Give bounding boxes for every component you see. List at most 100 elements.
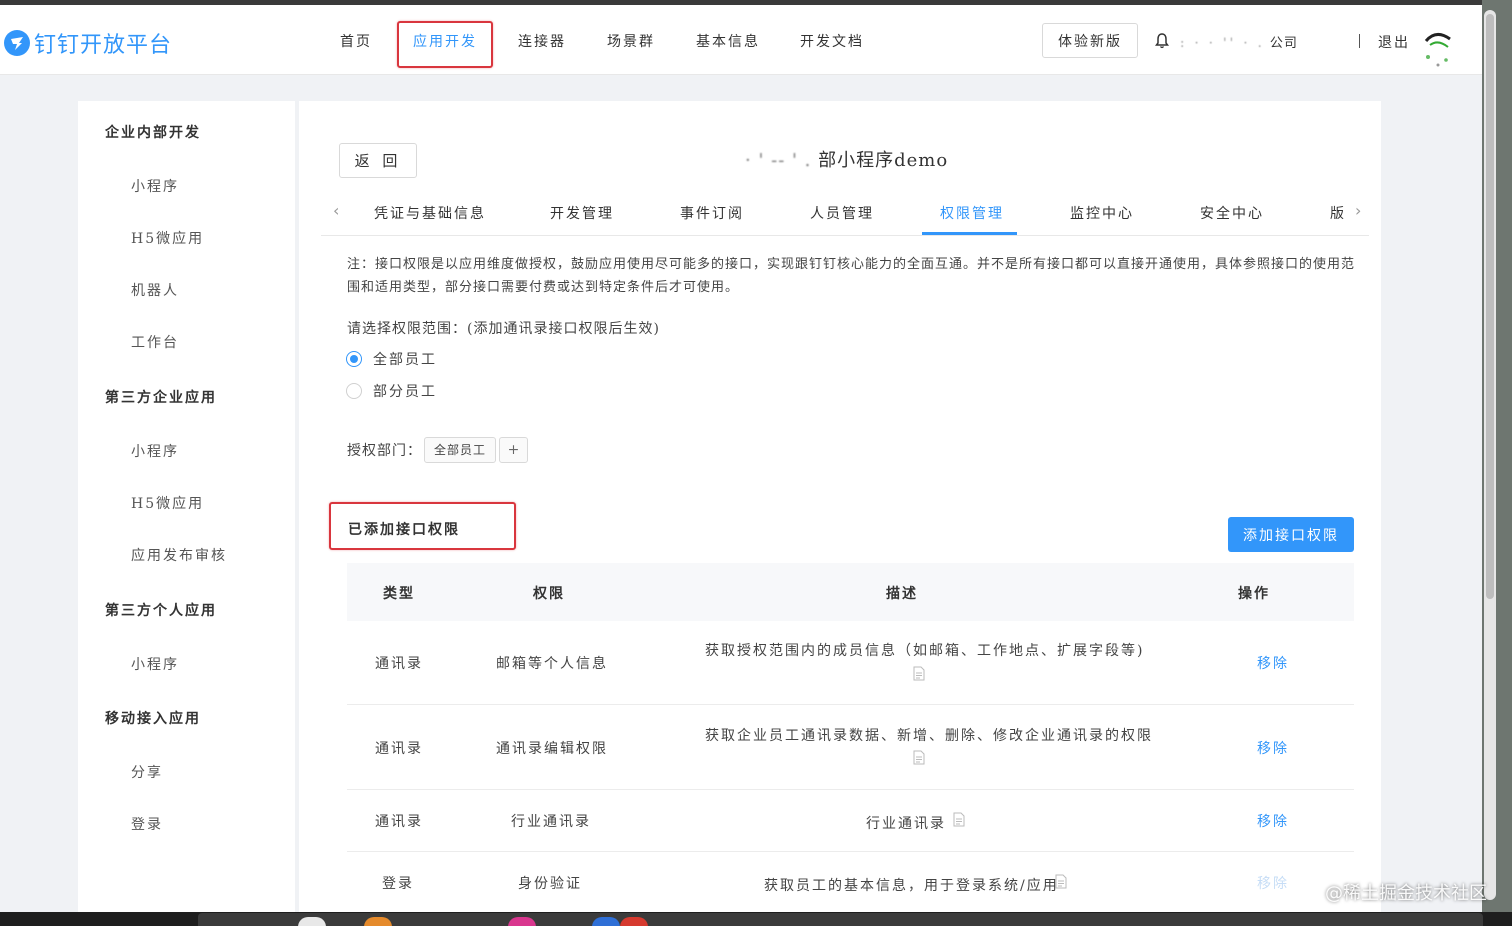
- sidebar-group-third-party-personal: 第三方个人应用: [105, 603, 217, 619]
- remove-button[interactable]: 移除: [1257, 738, 1289, 758]
- tab-people-manage[interactable]: 人员管理: [810, 203, 874, 223]
- active-tab-indicator: [922, 232, 1017, 235]
- sidebar-item-workbench[interactable]: 工作台: [131, 332, 179, 352]
- sidebar-group-third-party-enterprise: 第三方企业应用: [105, 390, 217, 406]
- tab-permission-manage[interactable]: 权限管理: [940, 203, 1004, 223]
- doc-icon[interactable]: [913, 750, 925, 765]
- dock-app-icon[interactable]: [298, 917, 326, 926]
- row-type: 通讯录: [375, 741, 423, 757]
- company-name-obscured: : · · '' · .: [1180, 36, 1265, 51]
- watermark: @稀土掘金技术社区: [1325, 883, 1487, 904]
- sidebar-item-internal-h5[interactable]: H5微应用: [131, 228, 204, 248]
- nav-home[interactable]: 首页: [340, 31, 372, 51]
- nav-scene-group[interactable]: 场景群: [607, 31, 655, 51]
- table-row: 登录 身份验证 获取员工的基本信息，用于登录系统/应用 移除: [347, 852, 1354, 912]
- col-description: 描述: [886, 586, 918, 602]
- radio-partial-staff[interactable]: [346, 383, 362, 399]
- radio-all-staff[interactable]: [346, 351, 362, 367]
- sidebar-item-robot[interactable]: 机器人: [131, 280, 179, 300]
- sidebar-group-mobile-access: 移动接入应用: [105, 711, 201, 727]
- col-action: 操作: [1238, 586, 1270, 602]
- left-sidebar: 企业内部开发 小程序 H5微应用 机器人 工作台 第三方企业应用 小程序 H5微…: [78, 101, 295, 912]
- top-header: 钉钉开放平台 首页 应用开发 连接器 场景群 基本信息 开发文档 体验新版 : …: [0, 5, 1482, 75]
- doc-icon[interactable]: [1055, 874, 1067, 889]
- scope-option-all[interactable]: 全部员工: [346, 349, 437, 369]
- logout-link[interactable]: 退出: [1378, 32, 1410, 52]
- app-title-text: 部小程序demo: [818, 150, 949, 171]
- sidebar-item-login[interactable]: 登录: [131, 814, 163, 834]
- dock: [0, 912, 1512, 926]
- app-title-obscured: · ' -- ' .: [745, 150, 819, 171]
- row-permission: 身份验证: [518, 876, 582, 892]
- main-panel: 返 回 · ' -- ' . 部小程序demo ‹ 凭证与基础信息 开发管理 事…: [299, 101, 1381, 912]
- back-button[interactable]: 返 回: [339, 143, 417, 178]
- add-permission-button[interactable]: 添加接口权限: [1228, 517, 1354, 552]
- dock-app-icon[interactable]: [592, 917, 620, 926]
- app-title: · ' -- ' . 部小程序demo: [745, 146, 948, 172]
- tab-version[interactable]: 版: [1330, 203, 1346, 223]
- remove-button[interactable]: 移除: [1257, 653, 1289, 673]
- nav-basic-info[interactable]: 基本信息: [696, 31, 760, 51]
- header-divider: [1359, 34, 1360, 48]
- row-type: 通讯录: [375, 656, 423, 672]
- nav-dev-docs[interactable]: 开发文档: [800, 31, 864, 51]
- tabs-next-icon[interactable]: ›: [1355, 201, 1361, 220]
- table-row: 通讯录 通讯录编辑权限 获取企业员工通讯录数据、新增、删除、修改企业通讯录的权限…: [347, 705, 1354, 790]
- tab-monitor-center[interactable]: 监控中心: [1070, 203, 1134, 223]
- permission-note: 注：接口权限是以应用维度做授权，鼓励应用使用尽可能多的接口，实现跟钉钉核心能力的…: [347, 257, 1356, 295]
- scope-option-partial-label: 部分员工: [373, 384, 437, 400]
- row-description: 行业通讯录: [866, 816, 946, 832]
- sidebar-group-internal: 企业内部开发: [105, 125, 201, 141]
- company-name[interactable]: : · · '' · . 公司: [1180, 32, 1298, 51]
- tab-credentials[interactable]: 凭证与基础信息: [374, 203, 486, 223]
- brand-logo[interactable]: 钉钉开放平台: [4, 27, 172, 59]
- add-dept-button[interactable]: +: [499, 437, 528, 463]
- row-permission: 通讯录编辑权限: [496, 741, 608, 757]
- company-suffix: 公司: [1269, 36, 1298, 51]
- tab-security-center[interactable]: 安全中心: [1200, 203, 1264, 223]
- dept-label: 授权部门：: [347, 443, 422, 459]
- row-description: 获取员工的基本信息，用于登录系统/应用: [764, 878, 1059, 894]
- sidebar-item-personal-miniapp[interactable]: 小程序: [131, 654, 179, 674]
- scrollbar-thumb[interactable]: [1486, 14, 1494, 599]
- sidebar-item-tp-miniapp[interactable]: 小程序: [131, 441, 179, 461]
- dock-app-icon[interactable]: [364, 917, 392, 926]
- sidebar-item-release-review[interactable]: 应用发布审核: [131, 545, 227, 565]
- user-avatar[interactable]: [1418, 27, 1456, 69]
- row-description: 获取授权范围内的成员信息（如邮箱、工作地点、扩展字段等): [705, 643, 1145, 659]
- sidebar-item-tp-h5[interactable]: H5微应用: [131, 493, 204, 513]
- table-row: 通讯录 邮箱等个人信息 获取授权范围内的成员信息（如邮箱、工作地点、扩展字段等)…: [347, 621, 1354, 705]
- scope-option-partial[interactable]: 部分员工: [346, 381, 437, 401]
- scope-option-all-label: 全部员工: [373, 352, 437, 368]
- dock-app-icon[interactable]: [620, 917, 648, 926]
- remove-button[interactable]: 移除: [1257, 873, 1289, 893]
- table-header: 类型 权限 描述 操作: [347, 563, 1354, 621]
- browser-window: 钉钉开放平台 首页 应用开发 连接器 场景群 基本信息 开发文档 体验新版 : …: [0, 5, 1482, 912]
- tabs-prev-icon[interactable]: ‹: [333, 201, 339, 220]
- doc-icon[interactable]: [953, 812, 965, 827]
- app-tabs: ‹ 凭证与基础信息 开发管理 事件订阅 人员管理 权限管理 监控中心 安全中心 …: [321, 191, 1369, 236]
- brand-name: 钉钉开放平台: [34, 33, 173, 58]
- highlight-box-section: [329, 502, 516, 550]
- permissions-table: 类型 权限 描述 操作 通讯录 邮箱等个人信息 获取授权范围内的成员信息（如邮箱…: [347, 563, 1354, 912]
- remove-button[interactable]: 移除: [1257, 811, 1289, 831]
- dept-tag[interactable]: 全部员工: [424, 437, 497, 463]
- row-permission: 邮箱等个人信息: [496, 656, 608, 672]
- nav-connector[interactable]: 连接器: [518, 31, 566, 51]
- sidebar-item-internal-miniapp[interactable]: 小程序: [131, 176, 179, 196]
- row-description: 获取企业员工通讯录数据、新增、删除、修改企业通讯录的权限: [705, 728, 1153, 744]
- sidebar-item-share[interactable]: 分享: [131, 762, 163, 782]
- try-new-version-button[interactable]: 体验新版: [1042, 23, 1138, 58]
- tab-event-subscribe[interactable]: 事件订阅: [680, 203, 744, 223]
- dock-app-icon[interactable]: [508, 917, 536, 926]
- bell-icon[interactable]: [1155, 33, 1169, 49]
- scope-label: 请选择权限范围：(添加通讯录接口权限后生效): [347, 321, 660, 337]
- doc-icon[interactable]: [913, 666, 925, 681]
- dingtalk-logo-icon: [4, 30, 30, 56]
- row-type: 登录: [382, 876, 414, 892]
- col-type: 类型: [383, 586, 415, 602]
- col-permission: 权限: [533, 586, 565, 602]
- table-row: 通讯录 行业通讯录 行业通讯录 移除: [347, 790, 1354, 852]
- tab-dev-manage[interactable]: 开发管理: [550, 203, 614, 223]
- highlight-box-nav: [397, 21, 493, 68]
